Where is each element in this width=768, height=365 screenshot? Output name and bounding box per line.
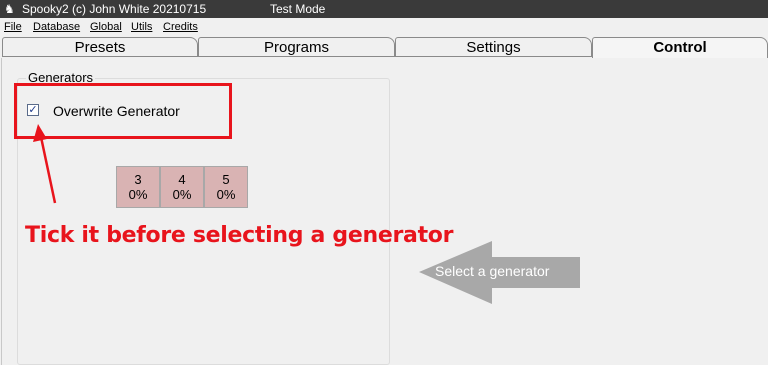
red-arrow-head <box>33 124 47 142</box>
instruction-annotation: Tick it before selecting a generator <box>25 223 454 248</box>
red-arrow-shaft <box>39 136 57 204</box>
annotation-layer <box>33 124 580 304</box>
select-generator-annotation: Select a generator <box>435 263 550 279</box>
